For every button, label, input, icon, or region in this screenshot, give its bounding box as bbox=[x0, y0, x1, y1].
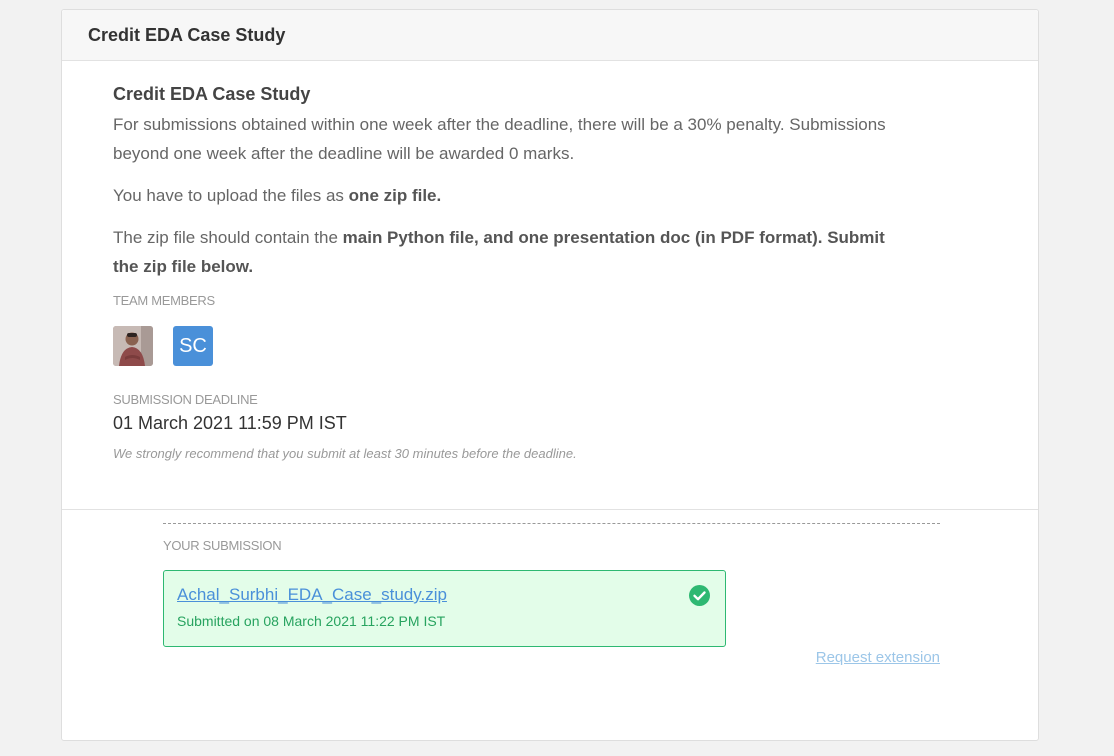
user-photo-avatar[interactable] bbox=[113, 326, 153, 366]
page-title: Credit EDA Case Study bbox=[88, 24, 286, 45]
deadline-note: We strongly recommend that you submit at… bbox=[113, 446, 577, 461]
submission-section: YOUR SUBMISSION Achal_Surbhi_EDA_Case_st… bbox=[163, 523, 940, 666]
person-photo-icon bbox=[113, 326, 153, 366]
assignment-details: Credit EDA Case Study For submissions ob… bbox=[62, 61, 1038, 510]
zip-contents-instructions: The zip file should contain the main Pyt… bbox=[113, 223, 903, 281]
request-extension-link[interactable]: Request extension bbox=[816, 649, 940, 666]
check-circle-icon bbox=[689, 585, 710, 606]
deadline-value: 01 March 2021 11:59 PM IST bbox=[113, 413, 347, 433]
member-initials-avatar[interactable]: SC bbox=[173, 326, 213, 366]
assignment-card: Credit EDA Case Study Credit EDA Case St… bbox=[61, 9, 1039, 741]
zip-contents-text: The zip file should contain the bbox=[113, 228, 343, 247]
team-members-list: SC bbox=[113, 326, 213, 366]
submission-box: Achal_Surbhi_EDA_Case_study.zip Submitte… bbox=[163, 570, 726, 647]
upload-instructions: You have to upload the files as one zip … bbox=[113, 181, 903, 210]
upload-instructions-bold: one zip file. bbox=[348, 186, 442, 205]
your-submission-label: YOUR SUBMISSION bbox=[163, 538, 282, 553]
deadline-label: SUBMISSION DEADLINE bbox=[113, 392, 258, 407]
submitted-on-text: Submitted on 08 March 2021 11:22 PM IST bbox=[177, 613, 446, 629]
submitted-file-link[interactable]: Achal_Surbhi_EDA_Case_study.zip bbox=[177, 585, 447, 605]
card-header: Credit EDA Case Study bbox=[62, 10, 1038, 61]
penalty-text: For submissions obtained within one week… bbox=[113, 115, 886, 163]
upload-instructions-text: You have to upload the files as bbox=[113, 186, 349, 205]
team-members-label: TEAM MEMBERS bbox=[113, 293, 215, 308]
assignment-title: Credit EDA Case Study bbox=[113, 84, 311, 104]
